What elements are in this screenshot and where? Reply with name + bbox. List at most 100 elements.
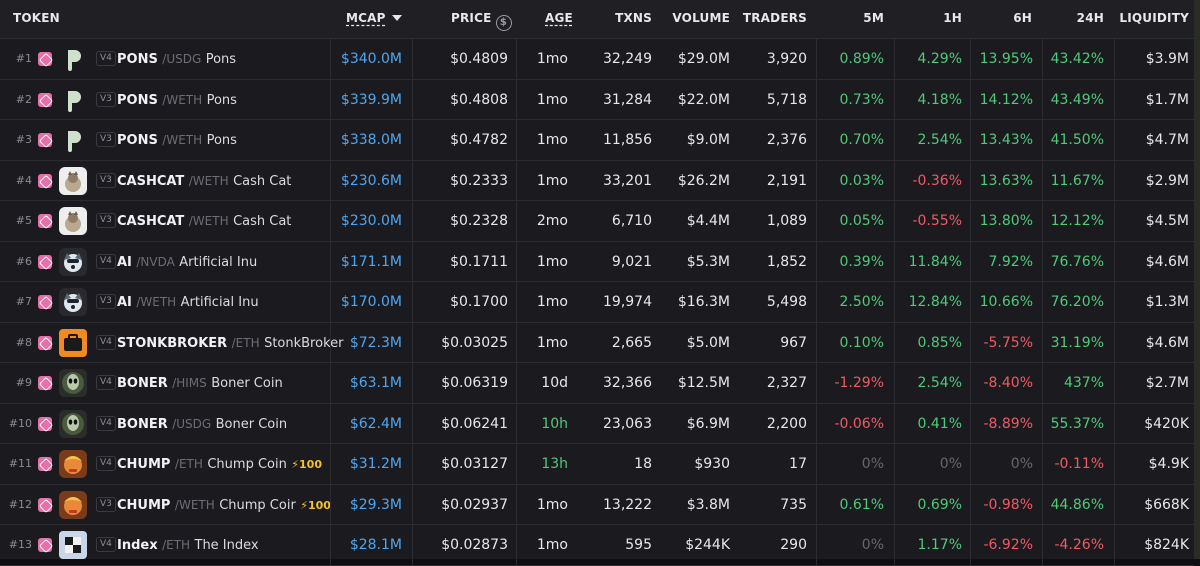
token-label[interactable]: STONKBROKER /ETH StonkBroker xyxy=(117,323,343,363)
price-value: $0.1711 xyxy=(450,253,508,270)
change-24h: -4.26% xyxy=(1054,537,1104,553)
change-6h: 10.66% xyxy=(979,294,1033,310)
chain-icon xyxy=(38,254,52,269)
liquidity-value: $4.7M xyxy=(1145,132,1189,148)
liquidity-value: $4.6M xyxy=(1145,334,1189,351)
price-value: $0.2328 xyxy=(450,213,508,229)
header-1h[interactable]: 1H xyxy=(920,0,962,39)
header-volume[interactable]: VOLUME xyxy=(660,0,730,39)
table-row[interactable]: #2 V3 PONS /WETH Pons $339.9M $0.4808 1m… xyxy=(0,79,1194,120)
dollar-coin-icon[interactable]: $ xyxy=(495,15,512,31)
header-mcap[interactable]: MCAP xyxy=(346,0,402,39)
header-24h[interactable]: 24H xyxy=(1060,0,1104,39)
token-symbol: BONER xyxy=(117,416,168,432)
price-value: $0.4782 xyxy=(450,132,508,148)
token-label[interactable]: BONER /HIMS Boner Coin xyxy=(117,363,283,403)
token-label[interactable]: Index /ETH The Index xyxy=(117,525,259,565)
version-badge: V3 xyxy=(96,172,116,188)
token-label[interactable]: AI /NVDA Artificial Inu xyxy=(117,242,257,282)
token-label[interactable]: CHUMP /WETH Chump Coir ⚡100 xyxy=(117,485,331,525)
rank-label: #7 xyxy=(15,295,32,308)
briefcase-logo-icon xyxy=(59,328,87,357)
table-row[interactable]: #1 V4 PONS /USDG Pons $340.0M $0.4809 1m… xyxy=(0,39,1194,80)
table-row[interactable]: #3 V3 PONS /WETH Pons $338.0M $0.4782 1m… xyxy=(0,120,1194,161)
table-row[interactable]: #4 V3 CASHCAT /WETH Cash Cat $230.6M $0.… xyxy=(0,160,1194,201)
token-name: Pons xyxy=(206,92,237,108)
change-24h: 43.49% xyxy=(1050,91,1104,108)
chain-icon xyxy=(38,497,52,512)
header-price-label: PRICE xyxy=(451,11,492,25)
age-value: 1mo xyxy=(536,537,568,553)
traders-value: 1,089 xyxy=(766,213,807,229)
token-label[interactable]: CHUMP /ETH Chump Coin ⚡100 xyxy=(117,444,322,484)
age-value: 1mo xyxy=(536,294,568,310)
header-liquidity[interactable]: LIQUIDITY xyxy=(1110,0,1189,39)
txns-value: 2,665 xyxy=(611,334,652,351)
rank-label: #6 xyxy=(15,254,32,268)
quote-symbol: /WETH xyxy=(136,295,177,309)
scrollbar-track[interactable] xyxy=(1194,0,1200,559)
volume-value: $930 xyxy=(694,456,730,472)
volume-value: $244K xyxy=(685,537,730,553)
table-row[interactable]: #13 V4 Index /ETH The Index $28.1M $0.02… xyxy=(0,525,1194,566)
change-24h: 76.76% xyxy=(1050,253,1104,270)
header-token[interactable]: TOKEN xyxy=(13,0,60,39)
token-name: Chump Coin xyxy=(207,457,287,472)
header-5m[interactable]: 5M xyxy=(840,0,884,39)
token-label[interactable]: AI /WETH Artificial Inu xyxy=(117,282,259,322)
traders-value: 1,852 xyxy=(766,253,807,270)
header-age[interactable]: AGE xyxy=(545,0,573,39)
version-badge: V3 xyxy=(96,496,116,512)
table-row[interactable]: #9 V4 BONER /HIMS Boner Coin $63.1M $0.0… xyxy=(0,363,1194,404)
age-value: 1mo xyxy=(536,496,568,513)
token-label[interactable]: CASHCAT /WETH Cash Cat xyxy=(117,161,291,201)
volume-value: $29.0M xyxy=(677,51,730,67)
liquidity-value: $4.6M xyxy=(1145,253,1189,270)
change-5m: -0.06% xyxy=(834,415,884,432)
quote-symbol: /HIMS xyxy=(172,376,207,390)
header-txns[interactable]: TXNS xyxy=(600,0,652,39)
token-symbol: CASHCAT xyxy=(117,214,185,229)
quote-symbol: /WETH xyxy=(162,92,203,107)
header-price[interactable]: PRICE $ xyxy=(451,0,512,39)
change-1h: 11.84% xyxy=(908,253,962,270)
header-traders[interactable]: TRADERS xyxy=(740,0,807,39)
header-6h[interactable]: 6H xyxy=(990,0,1032,39)
token-symbol: CHUMP xyxy=(117,497,171,513)
table-row[interactable]: #12 V3 CHUMP /WETH Chump Coir ⚡100 $29.3… xyxy=(0,484,1194,525)
change-24h: 31.19% xyxy=(1050,334,1104,351)
change-6h: 0% xyxy=(1010,456,1033,472)
age-value: 1mo xyxy=(536,172,568,189)
table-row[interactable]: #10 V4 BONER /USDG Boner Coin $62.4M $0.… xyxy=(0,403,1194,444)
txns-value: 23,063 xyxy=(603,415,652,432)
token-symbol: PONS xyxy=(117,52,158,67)
quote-symbol: /WETH xyxy=(188,214,229,228)
price-value: $0.03127 xyxy=(441,456,508,472)
token-label[interactable]: PONS /WETH Pons xyxy=(117,80,237,120)
mcap-value: $171.1M xyxy=(340,253,402,270)
token-symbol: AI xyxy=(117,254,132,270)
price-value: $0.1700 xyxy=(450,294,508,310)
version-badge: V4 xyxy=(96,456,116,471)
change-1h: -0.55% xyxy=(912,213,962,229)
change-1h: 0.69% xyxy=(917,496,962,513)
chain-icon xyxy=(38,92,52,107)
liquidity-value: $4.9K xyxy=(1148,456,1189,472)
age-value: 10d xyxy=(541,375,568,391)
token-symbol: PONS xyxy=(117,133,158,148)
token-label[interactable]: PONS /WETH Pons xyxy=(117,120,237,160)
table-row[interactable]: #11 V4 CHUMP /ETH Chump Coin ⚡100 $31.2M… xyxy=(0,444,1194,485)
token-label[interactable]: BONER /USDG Boner Coin xyxy=(117,404,287,444)
token-label[interactable]: CASHCAT /WETH Cash Cat xyxy=(117,201,291,241)
table-row[interactable]: #5 V3 CASHCAT /WETH Cash Cat $230.0M $0.… xyxy=(0,201,1194,242)
version-badge: V4 xyxy=(96,51,116,66)
token-table: TOKEN MCAP PRICE $ AGE TXNS VOLUME TRADER… xyxy=(0,0,1194,566)
change-6h: 13.80% xyxy=(979,213,1033,229)
table-row[interactable]: #7 V3 AI /WETH Artificial Inu $170.0M $0… xyxy=(0,282,1194,323)
table-row[interactable]: #8 V4 STONKBROKER /ETH StonkBroker $72.3… xyxy=(0,322,1194,363)
cat-logo-icon xyxy=(59,207,87,235)
table-row[interactable]: #6 V4 AI /NVDA Artificial Inu $171.1M $0… xyxy=(0,241,1194,282)
token-label[interactable]: PONS /USDG Pons xyxy=(117,39,236,79)
mcap-value: $28.1M xyxy=(349,537,402,553)
rank-label: #10 xyxy=(8,416,32,430)
